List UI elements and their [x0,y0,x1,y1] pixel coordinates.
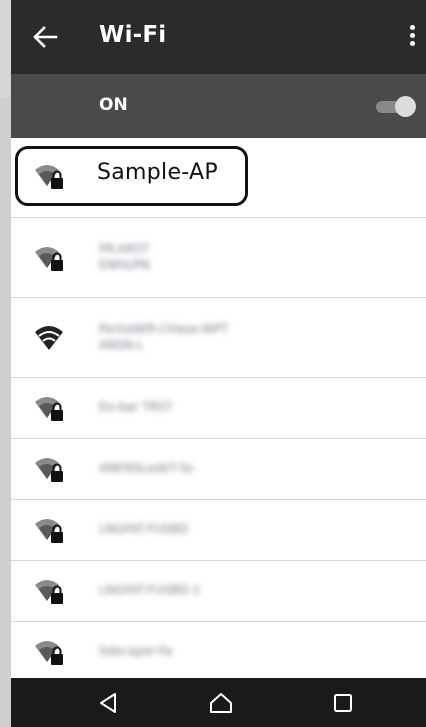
network-item[interactable]: PentaWifi-CHase-WPT ANSN-L [11,298,426,378]
network-item[interactable]: Sample-AP [11,138,426,218]
network-list: Sample-AP PR-AR5T ENFA/PN PentaWifi-CHas… [11,138,426,683]
network-name: Eo-bar TRST [99,400,173,414]
network-name: Sample-AP [97,160,218,185]
wifi-lock-icon [35,165,63,189]
network-name: PR-AR5T [99,242,150,256]
nav-recents-icon[interactable] [329,690,357,716]
network-name: LNGFAT-FUSBD-1 [99,583,201,597]
app-bar: Wi-Fi [11,0,426,74]
network-detail: ANSN-L [99,338,144,352]
wifi-toggle-label: ON [99,95,128,115]
network-name: LNGFAT-FUSBD [99,522,189,536]
network-item[interactable]: LNGFAT-FUSBD [11,500,426,561]
network-item[interactable]: LNGFAT-FUSBD-1 [11,561,426,622]
nav-home-icon[interactable] [207,690,235,716]
network-name: ANENSLodeT-Ss [99,461,194,475]
nav-back-icon[interactable] [95,690,123,716]
wifi-toggle-bar[interactable]: ON [11,74,426,138]
network-name: Sdecaper-Fa [99,644,173,658]
network-item[interactable]: PR-AR5T ENFA/PN [11,218,426,298]
wifi-lock-icon [35,641,63,665]
network-item[interactable]: ANENSLodeT-Ss [11,439,426,500]
wifi-lock-icon [35,397,63,421]
overflow-menu-icon[interactable] [410,25,416,49]
system-navigation-bar [11,678,426,727]
wifi-lock-icon [35,580,63,604]
phone-screen: Wi-Fi ON Sample-AP PR-AR5T ENFA/PN Penta… [11,0,426,727]
page-title: Wi-Fi [99,22,167,48]
wifi-lock-icon [35,247,63,271]
screen-edge [0,0,11,97]
network-item[interactable]: Eo-bar TRST [11,378,426,439]
network-name: PentaWifi-CHase-WPT [99,322,229,336]
wifi-lock-icon [35,519,63,543]
back-arrow-icon[interactable] [32,24,58,50]
wifi-lock-icon [35,458,63,482]
network-item[interactable]: Sdecaper-Fa [11,622,426,683]
network-detail: ENFA/PN [99,258,150,272]
wifi-toggle-switch[interactable] [372,95,416,119]
wifi-icon [35,326,63,350]
